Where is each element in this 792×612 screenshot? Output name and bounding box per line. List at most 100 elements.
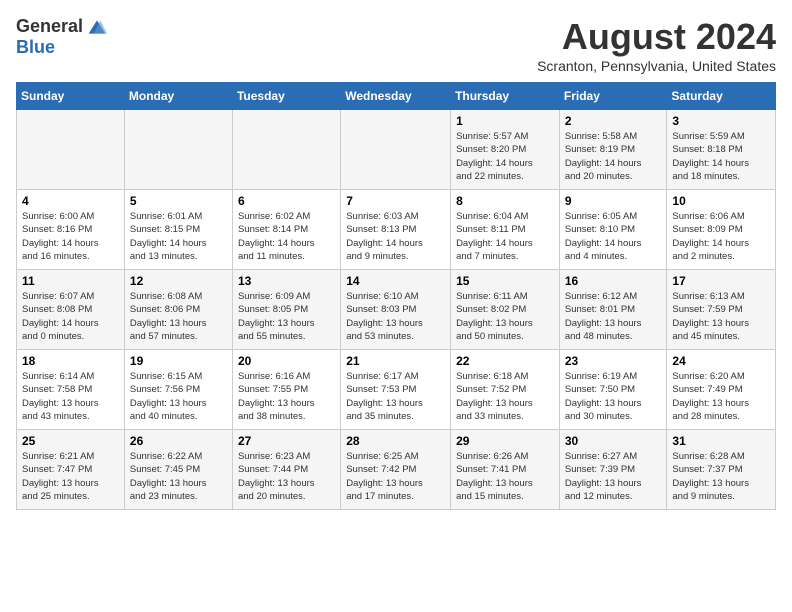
calendar-week-row: 25 Sunrise: 6:21 AM Sunset: 7:47 PM Dayli… xyxy=(17,430,776,510)
day-info: Sunrise: 6:08 AM Sunset: 8:06 PM Dayligh… xyxy=(130,290,227,343)
day-number: 22 xyxy=(456,354,554,368)
calendar-cell: 21 Sunrise: 6:17 AM Sunset: 7:53 PM Dayli… xyxy=(341,350,451,430)
day-number: 9 xyxy=(565,194,662,208)
calendar-cell: 16Sunrise: 6:12 AM Sunset: 8:01 PM Dayli… xyxy=(559,270,667,350)
calendar-cell xyxy=(341,110,451,190)
calendar-cell: 7Sunrise: 6:03 AM Sunset: 8:13 PM Daylig… xyxy=(341,190,451,270)
day-number: 25 xyxy=(22,434,119,448)
day-number: 6 xyxy=(238,194,335,208)
day-info: Sunrise: 6:17 AM Sunset: 7:53 PM Dayligh… xyxy=(346,370,445,423)
logo-blue-text: Blue xyxy=(16,37,55,58)
day-info: Sunrise: 6:25 AM Sunset: 7:42 PM Dayligh… xyxy=(346,450,445,503)
day-number: 31 xyxy=(672,434,770,448)
weekday-header-wednesday: Wednesday xyxy=(341,83,451,110)
day-number: 28 xyxy=(346,434,445,448)
day-info: Sunrise: 6:04 AM Sunset: 8:11 PM Dayligh… xyxy=(456,210,554,263)
day-number: 2 xyxy=(565,114,662,128)
day-number: 18 xyxy=(22,354,119,368)
day-info: Sunrise: 6:28 AM Sunset: 7:37 PM Dayligh… xyxy=(672,450,770,503)
day-number: 29 xyxy=(456,434,554,448)
day-info: Sunrise: 5:59 AM Sunset: 8:18 PM Dayligh… xyxy=(672,130,770,183)
calendar-cell xyxy=(124,110,232,190)
calendar-cell: 4 Sunrise: 6:00 AM Sunset: 8:16 PM Daylig… xyxy=(17,190,125,270)
calendar-cell: 17 Sunrise: 6:13 AM Sunset: 7:59 PM Dayli… xyxy=(667,270,776,350)
calendar-cell: 30 Sunrise: 6:27 AM Sunset: 7:39 PM Dayli… xyxy=(559,430,667,510)
day-info: Sunrise: 6:15 AM Sunset: 7:56 PM Dayligh… xyxy=(130,370,227,423)
day-number: 30 xyxy=(565,434,662,448)
day-number: 14 xyxy=(346,274,445,288)
day-info: Sunrise: 6:16 AM Sunset: 7:55 PM Dayligh… xyxy=(238,370,335,423)
day-info: Sunrise: 6:10 AM Sunset: 8:03 PM Dayligh… xyxy=(346,290,445,343)
calendar-cell: 3 Sunrise: 5:59 AM Sunset: 8:18 PM Daylig… xyxy=(667,110,776,190)
calendar-cell: 13Sunrise: 6:09 AM Sunset: 8:05 PM Dayli… xyxy=(232,270,340,350)
title-block: August 2024 Scranton, Pennsylvania, Unit… xyxy=(537,16,776,74)
calendar-cell: 10 Sunrise: 6:06 AM Sunset: 8:09 PM Dayli… xyxy=(667,190,776,270)
calendar-cell: 5Sunrise: 6:01 AM Sunset: 8:15 PM Daylig… xyxy=(124,190,232,270)
calendar-cell: 27 Sunrise: 6:23 AM Sunset: 7:44 PM Dayli… xyxy=(232,430,340,510)
logo-general-text: General xyxy=(16,16,83,37)
calendar-cell: 20Sunrise: 6:16 AM Sunset: 7:55 PM Dayli… xyxy=(232,350,340,430)
day-info: Sunrise: 6:13 AM Sunset: 7:59 PM Dayligh… xyxy=(672,290,770,343)
day-number: 8 xyxy=(456,194,554,208)
weekday-header-row: SundayMondayTuesdayWednesdayThursdayFrid… xyxy=(17,83,776,110)
day-number: 11 xyxy=(22,274,119,288)
day-info: Sunrise: 6:26 AM Sunset: 7:41 PM Dayligh… xyxy=(456,450,554,503)
page-header: General Blue August 2024 Scranton, Penns… xyxy=(16,16,776,74)
day-number: 27 xyxy=(238,434,335,448)
day-info: Sunrise: 6:21 AM Sunset: 7:47 PM Dayligh… xyxy=(22,450,119,503)
calendar-cell: 28 Sunrise: 6:25 AM Sunset: 7:42 PM Dayli… xyxy=(341,430,451,510)
day-info: Sunrise: 6:19 AM Sunset: 7:50 PM Dayligh… xyxy=(565,370,662,423)
day-info: Sunrise: 6:06 AM Sunset: 8:09 PM Dayligh… xyxy=(672,210,770,263)
calendar-cell xyxy=(17,110,125,190)
day-info: Sunrise: 5:58 AM Sunset: 8:19 PM Dayligh… xyxy=(565,130,662,183)
calendar-cell: 23 Sunrise: 6:19 AM Sunset: 7:50 PM Dayli… xyxy=(559,350,667,430)
day-info: Sunrise: 6:18 AM Sunset: 7:52 PM Dayligh… xyxy=(456,370,554,423)
calendar-cell: 22 Sunrise: 6:18 AM Sunset: 7:52 PM Dayli… xyxy=(451,350,560,430)
calendar-week-row: 1Sunrise: 5:57 AM Sunset: 8:20 PM Daylig… xyxy=(17,110,776,190)
calendar-cell: 14 Sunrise: 6:10 AM Sunset: 8:03 PM Dayli… xyxy=(341,270,451,350)
day-info: Sunrise: 6:22 AM Sunset: 7:45 PM Dayligh… xyxy=(130,450,227,503)
day-number: 17 xyxy=(672,274,770,288)
calendar-cell: 29 Sunrise: 6:26 AM Sunset: 7:41 PM Dayli… xyxy=(451,430,560,510)
calendar-cell: 31 Sunrise: 6:28 AM Sunset: 7:37 PM Dayli… xyxy=(667,430,776,510)
day-info: Sunrise: 6:02 AM Sunset: 8:14 PM Dayligh… xyxy=(238,210,335,263)
day-info: Sunrise: 6:11 AM Sunset: 8:02 PM Dayligh… xyxy=(456,290,554,343)
weekday-header-monday: Monday xyxy=(124,83,232,110)
calendar-table: SundayMondayTuesdayWednesdayThursdayFrid… xyxy=(16,82,776,510)
day-number: 21 xyxy=(346,354,445,368)
day-number: 23 xyxy=(565,354,662,368)
logo: General Blue xyxy=(16,16,107,58)
calendar-cell: 9Sunrise: 6:05 AM Sunset: 8:10 PM Daylig… xyxy=(559,190,667,270)
calendar-week-row: 11 Sunrise: 6:07 AM Sunset: 8:08 PM Dayli… xyxy=(17,270,776,350)
day-info: Sunrise: 6:01 AM Sunset: 8:15 PM Dayligh… xyxy=(130,210,227,263)
month-year-title: August 2024 xyxy=(537,16,776,58)
day-info: Sunrise: 6:07 AM Sunset: 8:08 PM Dayligh… xyxy=(22,290,119,343)
day-number: 7 xyxy=(346,194,445,208)
day-number: 10 xyxy=(672,194,770,208)
day-info: Sunrise: 6:00 AM Sunset: 8:16 PM Dayligh… xyxy=(22,210,119,263)
weekday-header-saturday: Saturday xyxy=(667,83,776,110)
day-info: Sunrise: 6:27 AM Sunset: 7:39 PM Dayligh… xyxy=(565,450,662,503)
calendar-cell xyxy=(232,110,340,190)
day-number: 15 xyxy=(456,274,554,288)
day-number: 16 xyxy=(565,274,662,288)
day-number: 4 xyxy=(22,194,119,208)
weekday-header-thursday: Thursday xyxy=(451,83,560,110)
calendar-cell: 12 Sunrise: 6:08 AM Sunset: 8:06 PM Dayli… xyxy=(124,270,232,350)
calendar-cell: 11 Sunrise: 6:07 AM Sunset: 8:08 PM Dayli… xyxy=(17,270,125,350)
calendar-cell: 19 Sunrise: 6:15 AM Sunset: 7:56 PM Dayli… xyxy=(124,350,232,430)
day-number: 12 xyxy=(130,274,227,288)
day-number: 19 xyxy=(130,354,227,368)
calendar-cell: 6 Sunrise: 6:02 AM Sunset: 8:14 PM Daylig… xyxy=(232,190,340,270)
weekday-header-tuesday: Tuesday xyxy=(232,83,340,110)
calendar-cell: 1Sunrise: 5:57 AM Sunset: 8:20 PM Daylig… xyxy=(451,110,560,190)
calendar-cell: 18Sunrise: 6:14 AM Sunset: 7:58 PM Dayli… xyxy=(17,350,125,430)
calendar-cell: 25 Sunrise: 6:21 AM Sunset: 7:47 PM Dayli… xyxy=(17,430,125,510)
day-number: 13 xyxy=(238,274,335,288)
calendar-cell: 8 Sunrise: 6:04 AM Sunset: 8:11 PM Daylig… xyxy=(451,190,560,270)
calendar-week-row: 18Sunrise: 6:14 AM Sunset: 7:58 PM Dayli… xyxy=(17,350,776,430)
day-number: 3 xyxy=(672,114,770,128)
day-info: Sunrise: 6:23 AM Sunset: 7:44 PM Dayligh… xyxy=(238,450,335,503)
calendar-week-row: 4 Sunrise: 6:00 AM Sunset: 8:16 PM Daylig… xyxy=(17,190,776,270)
weekday-header-friday: Friday xyxy=(559,83,667,110)
